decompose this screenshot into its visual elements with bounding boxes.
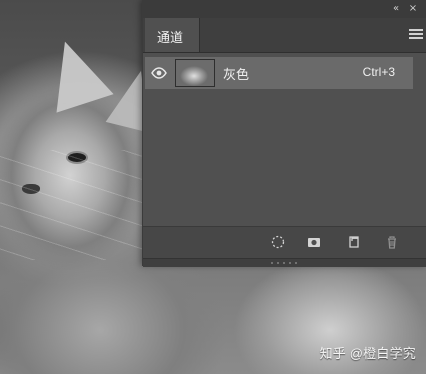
delete-channel-button[interactable] bbox=[384, 234, 400, 250]
save-selection-mask-icon bbox=[306, 234, 322, 250]
channels-panel: « × 通道 灰色 Ctrl+3 bbox=[142, 0, 426, 267]
hamburger-menu-icon bbox=[409, 29, 423, 39]
close-panel-button[interactable]: × bbox=[407, 3, 419, 15]
panel-resize-grip[interactable] bbox=[143, 258, 426, 267]
panel-bottom-toolbar bbox=[143, 226, 426, 258]
tab-channels[interactable]: 通道 bbox=[145, 18, 200, 52]
load-channel-as-selection-button[interactable] bbox=[270, 234, 286, 250]
double-chevron-left-icon: « bbox=[392, 3, 400, 14]
channel-shortcut: Ctrl+3 bbox=[362, 65, 395, 79]
collapse-panel-button[interactable]: « bbox=[389, 3, 403, 15]
channel-row[interactable]: 灰色 Ctrl+3 bbox=[145, 57, 413, 89]
toggle-visibility-button[interactable] bbox=[151, 66, 167, 80]
tab-label: 通道 bbox=[157, 31, 184, 46]
panel-menu-button[interactable] bbox=[409, 27, 423, 41]
new-channel-icon bbox=[346, 234, 362, 250]
grip-dots bbox=[270, 261, 300, 265]
eye-icon bbox=[151, 66, 167, 80]
channel-thumbnail[interactable] bbox=[175, 59, 215, 87]
save-selection-as-channel-button[interactable] bbox=[306, 234, 322, 250]
close-icon: × bbox=[408, 3, 418, 14]
watermark: 知乎 @橙白学究 bbox=[319, 346, 416, 361]
channel-name: 灰色 bbox=[223, 68, 250, 83]
create-new-channel-button[interactable] bbox=[346, 234, 362, 250]
trash-icon bbox=[384, 234, 400, 250]
panel-tab-bar: 通道 bbox=[143, 18, 426, 53]
load-selection-icon bbox=[270, 234, 286, 250]
panel-top-bar: « × bbox=[143, 0, 426, 19]
